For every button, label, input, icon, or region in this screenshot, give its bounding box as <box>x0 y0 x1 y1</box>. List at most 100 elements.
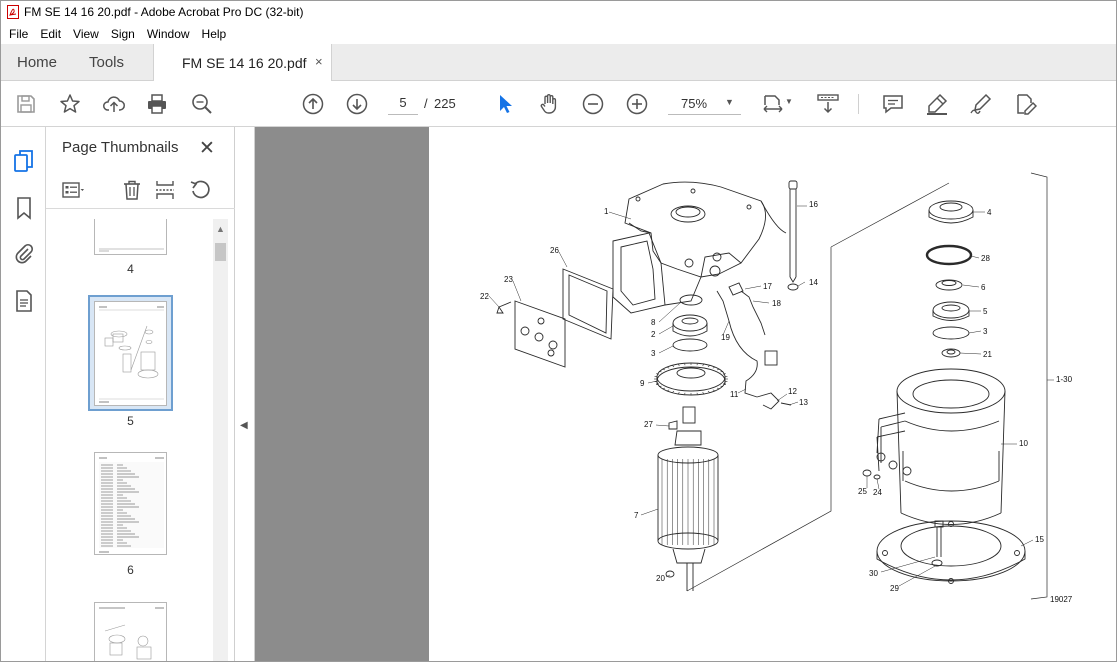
callout-label: 24 <box>873 488 882 497</box>
page-thumbnails-panel: Page Thumbnails ✕ 4 5 6 <box>46 127 235 661</box>
menu-view[interactable]: View <box>67 27 105 41</box>
bookmark-star-icon[interactable] <box>58 92 82 116</box>
callout-label: 19027 <box>1050 595 1073 604</box>
document-tab-label: FM SE 14 16 20.pdf <box>182 55 307 71</box>
page-total: 225 <box>434 96 456 111</box>
scrollbar-thumb[interactable] <box>215 243 226 261</box>
callout-label: 1-30 <box>1056 375 1073 384</box>
callout-label: 6 <box>981 283 986 292</box>
delete-page-icon[interactable] <box>121 179 143 201</box>
close-tab-icon[interactable]: × <box>315 54 323 69</box>
scroll-mode-icon[interactable] <box>816 92 840 116</box>
zoom-in-icon[interactable] <box>625 92 649 116</box>
left-navigation-rail <box>1 127 46 661</box>
title-bar: FM SE 14 16 20.pdf - Adobe Acrobat Pro D… <box>1 1 1116 23</box>
page-fit-caret-icon[interactable]: ▼ <box>785 97 793 121</box>
attachments-icon[interactable] <box>13 242 35 266</box>
thumbnail-page-7[interactable] <box>94 602 167 661</box>
previous-page-icon[interactable] <box>301 92 325 116</box>
callout-label: 5 <box>983 307 988 316</box>
callout-label: 29 <box>890 584 899 593</box>
callout-label: 21 <box>983 350 992 359</box>
callout-label: 3 <box>651 349 656 358</box>
sign-icon[interactable] <box>969 92 993 116</box>
callout-label: 2 <box>651 330 656 339</box>
acrobat-window: FM SE 14 16 20.pdf - Adobe Acrobat Pro D… <box>0 0 1117 662</box>
callout-label: 10 <box>1019 439 1028 448</box>
panel-splitter[interactable]: ◀ <box>235 127 255 661</box>
callout-label: 11 <box>730 390 739 399</box>
callout-labels: 11642628232217 61418852 1933219121-3011132… <box>480 200 1073 604</box>
menu-edit[interactable]: Edit <box>34 27 67 41</box>
page-number-input[interactable]: 5 <box>388 91 418 115</box>
callout-label: 26 <box>550 246 559 255</box>
callout-label: 17 <box>763 282 772 291</box>
toolbar-divider <box>858 94 859 114</box>
tab-home[interactable]: Home <box>17 54 57 71</box>
thumbnail-label: 6 <box>127 563 134 577</box>
save-icon[interactable] <box>14 92 38 116</box>
search-zoom-icon[interactable] <box>190 92 214 116</box>
callout-label: 25 <box>858 487 867 496</box>
callout-label: 28 <box>981 254 990 263</box>
callout-label: 8 <box>651 318 656 327</box>
main-toolbar: 5 / 225 75% ▼ ▼ <box>1 81 1116 127</box>
collapse-panel-icon[interactable]: ◀ <box>240 420 248 431</box>
callout-label: 12 <box>788 387 797 396</box>
thumbnail-label: 4 <box>127 262 134 276</box>
bookmarks-icon[interactable] <box>13 196 35 220</box>
acrobat-logo-icon <box>7 5 19 19</box>
edit-pdf-icon[interactable] <box>1013 92 1037 116</box>
scroll-up-icon[interactable]: ▲ <box>216 224 225 234</box>
page-thumbnails-icon[interactable] <box>13 149 35 173</box>
callout-label: 30 <box>869 569 878 578</box>
exploded-parts-drawing: 11642628232217 61418852 1933219121-3011132… <box>480 172 1073 604</box>
extract-pages-icon[interactable] <box>154 179 176 201</box>
callout-label: 20 <box>656 574 665 583</box>
page-fit-icon[interactable] <box>761 92 785 116</box>
callout-label: 7 <box>634 511 639 520</box>
zoom-select[interactable]: 75% ▼ <box>668 91 741 115</box>
page-separator: / <box>424 96 428 111</box>
menu-file[interactable]: File <box>1 27 34 41</box>
close-panel-icon[interactable]: ✕ <box>199 137 215 160</box>
thumbnail-page-4[interactable] <box>94 219 167 255</box>
zoom-value: 75% <box>681 96 708 111</box>
next-page-icon[interactable] <box>345 92 369 116</box>
callout-label: 23 <box>504 275 513 284</box>
print-icon[interactable] <box>145 92 169 116</box>
thumbnail-page-6[interactable] <box>94 452 167 555</box>
callout-label: 16 <box>809 200 818 209</box>
callout-label: 9 <box>640 379 645 388</box>
pdf-page: 1 16 4 26 28 23 22 17 6 14 18 8 5 2 19 3 3 21 9 12 1-30 11 13 2… <box>429 127 1116 661</box>
tab-tools[interactable]: Tools <box>89 54 124 71</box>
thumbnail-options-icon[interactable] <box>62 179 84 201</box>
panel-title: Page Thumbnails <box>62 139 179 156</box>
thumbnail-list[interactable]: 4 5 6 <box>46 219 235 661</box>
select-cursor-icon[interactable] <box>494 92 518 116</box>
tab-bar: Home Tools FM SE 14 16 20.pdf × <box>1 44 1116 82</box>
thumbnail-label: 5 <box>127 414 134 428</box>
menu-bar: File Edit View Sign Window Help <box>1 23 1116 44</box>
callout-label: 1 <box>604 207 609 216</box>
callout-label: 13 <box>799 398 808 407</box>
chevron-down-icon: ▼ <box>725 97 734 107</box>
thumbnail-page-5[interactable] <box>94 301 167 406</box>
callout-label: 18 <box>772 299 781 308</box>
highlight-icon[interactable] <box>925 92 949 116</box>
comment-icon[interactable] <box>881 92 905 116</box>
thumbnail-scrollbar[interactable]: ▲ <box>213 219 228 661</box>
callout-label: 19 <box>721 333 730 342</box>
callout-label: 22 <box>480 292 489 301</box>
menu-help[interactable]: Help <box>196 27 233 41</box>
thumbnail-toolbar <box>46 173 235 209</box>
rotate-page-icon[interactable] <box>189 179 211 201</box>
zoom-out-icon[interactable] <box>581 92 605 116</box>
page-content-icon[interactable] <box>13 289 35 313</box>
upload-icon[interactable] <box>102 92 126 116</box>
tab-document[interactable]: FM SE 14 16 20.pdf × <box>153 44 332 82</box>
document-viewer[interactable]: 1 16 4 26 28 23 22 17 6 14 18 8 5 2 19 3 3 21 9 12 1-30 11 13 2… <box>255 127 1116 661</box>
menu-window[interactable]: Window <box>141 27 196 41</box>
hand-icon[interactable] <box>537 92 561 116</box>
menu-sign[interactable]: Sign <box>105 27 141 41</box>
